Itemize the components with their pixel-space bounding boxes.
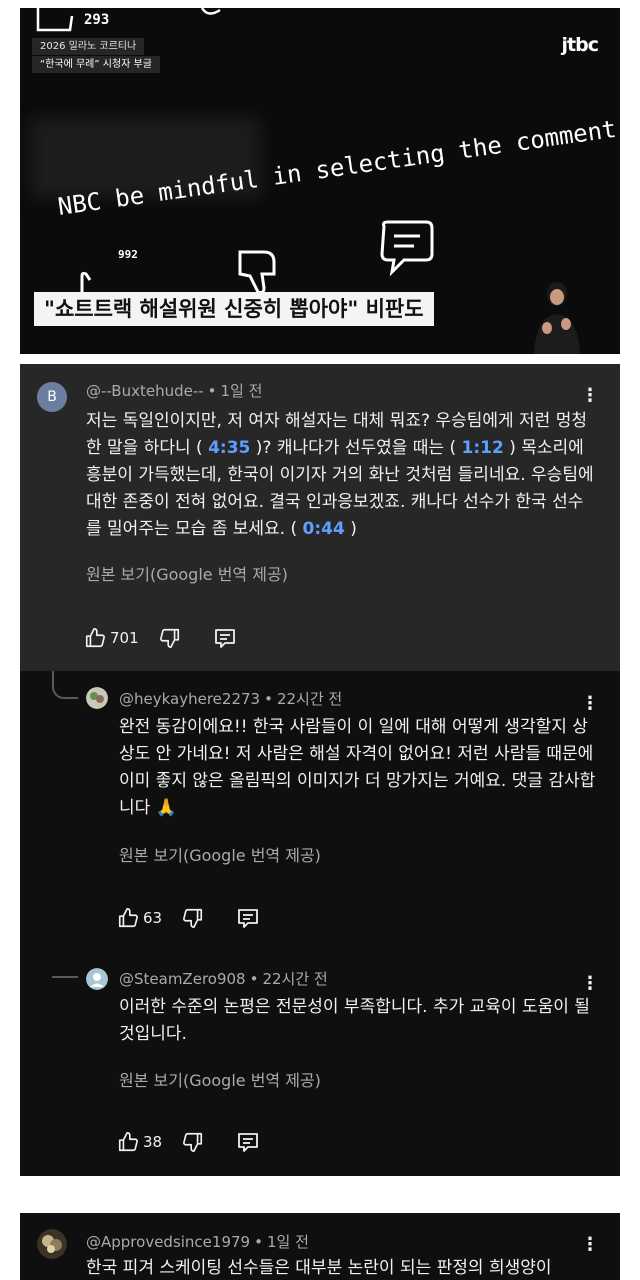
thumbs-down-icon bbox=[183, 908, 203, 928]
comment-time: 1일 전 bbox=[266, 1233, 309, 1251]
reply-button[interactable] bbox=[213, 627, 237, 649]
comment-author[interactable]: @SteamZero908 bbox=[119, 970, 246, 988]
comment-meta: @SteamZero908 • 22시간 전 bbox=[119, 970, 328, 988]
timestamp-link[interactable]: 1:12 bbox=[462, 438, 504, 458]
doodle-stroke bbox=[200, 8, 221, 15]
timestamp-link[interactable]: 0:44 bbox=[303, 519, 345, 539]
comment-author[interactable]: @--Buxtehude-- bbox=[86, 382, 204, 400]
reply-comment: @heykayhere2273 • 22시간 전 ⋮ 완전 동감이에요!! 한국 사… bbox=[20, 674, 620, 954]
thumbs-up-icon bbox=[118, 908, 138, 928]
more-vert-icon[interactable]: ⋮ bbox=[581, 974, 599, 994]
comment-body: 이러한 수준의 논평은 전문성이 부족합니다. 추가 교육이 도움이 될 것입니… bbox=[119, 997, 590, 1044]
more-vert-icon[interactable]: ⋮ bbox=[581, 694, 599, 714]
reply-comment: @SteamZero908 • 22시간 전 ⋮ 이러한 수준의 논평은 전문성이 … bbox=[20, 956, 620, 1176]
dislike-button[interactable] bbox=[159, 627, 181, 649]
comment-time: 22시간 전 bbox=[262, 970, 328, 988]
jtbc-logo: jtbc bbox=[561, 34, 599, 56]
doodle-thumbs-up-icon bbox=[36, 8, 74, 32]
see-original-link[interactable]: 원본 보기(Google 번역 제공) bbox=[86, 561, 288, 585]
thumbs-down-icon bbox=[159, 628, 179, 648]
subtitle-tag: “한국에 무례” 시청자 부글 bbox=[32, 56, 160, 73]
like-count: 701 bbox=[110, 629, 139, 647]
comment-meta: @heykayhere2273 • 22시간 전 bbox=[119, 690, 343, 708]
doodle-thumbs-down-icon bbox=[238, 250, 276, 294]
program-tag: 2026 밀라노 코르티나 bbox=[32, 38, 145, 55]
doodle-comment-icon bbox=[380, 220, 434, 276]
comment-body: 한국 피겨 스케이팅 선수들은 대부분 논란이 되는 판정의 희생양이 bbox=[86, 1258, 552, 1278]
deco-number-top: 293 bbox=[84, 12, 110, 28]
deco-number-bottom: 992 bbox=[118, 248, 138, 261]
more-vert-icon[interactable]: ⋮ bbox=[581, 386, 599, 406]
avatar[interactable] bbox=[86, 687, 108, 709]
news-headline: "쇼트트랙 해설위원 신중히 뽑아야" 비판도 bbox=[34, 292, 434, 326]
reply-icon bbox=[238, 1133, 258, 1152]
video-thumbnail[interactable]: 293 2026 밀라노 코르티나 “한국에 무례” 시청자 부글 jtbc N… bbox=[20, 8, 620, 354]
reply-button[interactable] bbox=[236, 1131, 260, 1153]
comment-meta: @--Buxtehude-- • 1일 전 bbox=[86, 382, 263, 400]
more-vert-icon[interactable]: ⋮ bbox=[581, 1235, 599, 1255]
like-count: 63 bbox=[143, 909, 163, 927]
comment-thread: @Approvedsince1979 • 1일 전 ⋮ 한국 피겨 스케이팅 선수들… bbox=[20, 1213, 620, 1280]
timestamp-link[interactable]: 4:35 bbox=[208, 438, 250, 458]
dislike-button[interactable] bbox=[182, 907, 204, 929]
comment-actions: 701 bbox=[84, 626, 237, 650]
thumbs-up-icon bbox=[118, 1132, 138, 1152]
comment-author[interactable]: @Approvedsince1979 bbox=[86, 1233, 250, 1251]
reply-button[interactable] bbox=[236, 907, 260, 929]
reply-icon bbox=[214, 629, 235, 648]
comment-actions: 63 bbox=[117, 906, 260, 930]
comment-meta: @Approvedsince1979 • 1일 전 bbox=[86, 1233, 309, 1251]
thumbs-up-icon bbox=[85, 628, 105, 648]
comment-body: 완전 동감이에요!! 한국 사람들이 이 일에 대해 어떻게 생각할지 상상도 … bbox=[119, 717, 596, 818]
comment-time: 22시간 전 bbox=[276, 690, 343, 708]
dislike-button[interactable] bbox=[182, 1131, 204, 1153]
like-button[interactable]: 701 bbox=[84, 627, 139, 649]
thumbs-down-icon bbox=[183, 1132, 203, 1152]
like-button[interactable]: 63 bbox=[117, 907, 162, 929]
like-count: 38 bbox=[143, 1133, 163, 1151]
see-original-link[interactable]: 원본 보기(Google 번역 제공) bbox=[119, 1067, 321, 1091]
see-original-link[interactable]: 원본 보기(Google 번역 제공) bbox=[119, 842, 321, 866]
avatar[interactable] bbox=[37, 1229, 67, 1259]
avatar[interactable] bbox=[86, 968, 108, 990]
reply-icon bbox=[238, 909, 258, 928]
comment-actions: 38 bbox=[117, 1130, 260, 1154]
sign-language-interpreter bbox=[534, 282, 580, 354]
like-button[interactable]: 38 bbox=[117, 1131, 162, 1153]
comment: B @--Buxtehude-- • 1일 전 ⋮ 저는 독일인이지만, 저 여자 … bbox=[20, 364, 620, 671]
doodle-thumbs-up-icon-2 bbox=[80, 271, 92, 294]
comment-thread: B @--Buxtehude-- • 1일 전 ⋮ 저는 독일인이지만, 저 여자 … bbox=[20, 364, 620, 1176]
comment-time: 1일 전 bbox=[220, 382, 263, 400]
comment-author[interactable]: @heykayhere2273 bbox=[119, 690, 260, 708]
avatar[interactable]: B bbox=[37, 382, 67, 412]
comment-body: 저는 독일인이지만, 저 여자 해설자는 대체 뭐죠? 우승팀에게 저런 멍청한… bbox=[86, 411, 594, 539]
